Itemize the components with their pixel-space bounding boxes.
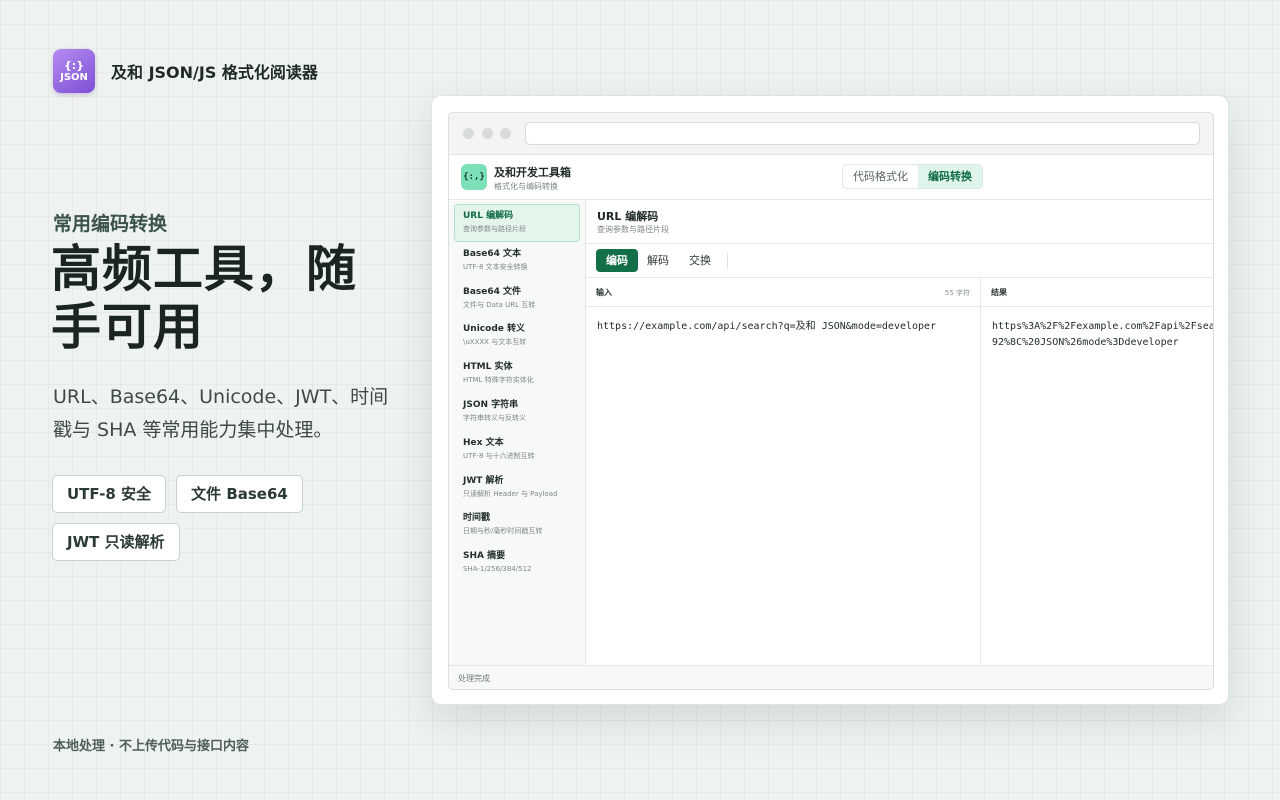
- encode-button[interactable]: 编码: [596, 249, 638, 272]
- sidebar-item-label: Unicode 转义: [463, 324, 525, 335]
- input-label: 输入: [596, 288, 612, 297]
- sidebar-item-label: JSON 字符串: [463, 399, 519, 410]
- sidebar-item-html-entity[interactable]: HTML 实体 HTML 特殊字符实体化: [454, 355, 580, 393]
- sidebar-item-label: Base64 文本: [463, 248, 522, 259]
- tool-sidebar: URL 编解码 查询参数与路径片段 Base64 文本 UTF-8 文本安全转换…: [449, 201, 586, 667]
- browser-chrome: [449, 113, 1213, 155]
- toolbox-logo-icon: {:,}: [461, 164, 487, 190]
- sidebar-item-timestamp[interactable]: 时间戳 日期与秒/毫秒时间戳互转: [454, 506, 580, 544]
- mode-switch: 代码格式化 编码转换: [842, 164, 983, 189]
- brand-name: 及和 JSON/JS 格式化阅读器: [111, 63, 318, 82]
- browser-window: {:,} 及和开发工具箱 格式化与编码转换 代码格式化 编码转换 URL 编解码…: [448, 112, 1214, 690]
- sidebar-item-jwt[interactable]: JWT 解析 只读解析 Header 与 Payload: [454, 469, 580, 507]
- logo-json-text: JSON: [60, 71, 88, 83]
- sidebar-item-desc: UTF-8 文本安全转换: [463, 262, 528, 271]
- sidebar-item-desc: UTF-8 与十六进制互转: [463, 451, 535, 460]
- logo-brace-text: {:}: [63, 58, 85, 72]
- feature-tag: 文件 Base64: [176, 475, 303, 513]
- app-logo-icon: {:} JSON: [53, 49, 95, 93]
- window-dot-icon: [500, 128, 511, 139]
- sidebar-item-unicode[interactable]: Unicode 转义 \uXXXX 与文本互转: [454, 317, 580, 355]
- output-label: 结果: [991, 288, 1007, 297]
- window-dot-icon: [463, 128, 474, 139]
- window-dot-icon: [482, 128, 493, 139]
- output-editor[interactable]: https%3A%2F%2Fexample.com%2Fapi%2Fsearch…: [992, 319, 1213, 351]
- sidebar-item-base64-text[interactable]: Base64 文本 UTF-8 文本安全转换: [454, 242, 580, 280]
- sidebar-item-hex[interactable]: Hex 文本 UTF-8 与十六进制互转: [454, 431, 580, 469]
- sidebar-item-desc: 文件与 Data URL 互转: [463, 300, 536, 309]
- editor-panes: 输入 55 字符 https://example.com/api/search?…: [586, 278, 1213, 667]
- swap-button[interactable]: 交换: [679, 249, 721, 272]
- app-header: {:,} 及和开发工具箱 格式化与编码转换 代码格式化 编码转换: [449, 155, 1213, 200]
- tab-encoding[interactable]: 编码转换: [918, 165, 982, 188]
- tool-panel: URL 编解码 查询参数与路径片段 编码 解码 交换 输入 55 字符 http…: [586, 201, 1213, 667]
- char-count: 55 字符: [944, 289, 970, 297]
- app-screenshot-frame: {:,} 及和开发工具箱 格式化与编码转换 代码格式化 编码转换 URL 编解码…: [431, 95, 1229, 705]
- sidebar-item-label: JWT 解析: [463, 475, 504, 486]
- sidebar-item-label: SHA 摘要: [463, 551, 506, 562]
- action-bar: 编码 解码 交换: [586, 243, 1213, 278]
- sidebar-item-desc: \uXXXX 与文本互转: [463, 338, 527, 347]
- sidebar-item-desc: 只读解析 Header 与 Payload: [463, 489, 558, 498]
- output-pane-header: 结果: [981, 278, 1213, 307]
- sidebar-item-json-string[interactable]: JSON 字符串 字符串转义与反转义: [454, 393, 580, 431]
- sidebar-item-url[interactable]: URL 编解码 查询参数与路径片段: [454, 204, 580, 242]
- input-pane-header: 输入 55 字符: [586, 278, 980, 307]
- sidebar-item-label: Hex 文本: [463, 437, 504, 448]
- app-title: 及和开发工具箱: [494, 166, 571, 179]
- sidebar-item-label: HTML 实体: [463, 362, 513, 373]
- sidebar-item-desc: SHA-1/256/384/512: [463, 565, 532, 574]
- tool-title: URL 编解码: [597, 210, 659, 223]
- sidebar-item-label: Base64 文件: [463, 286, 522, 297]
- privacy-note: 本地处理 · 不上传代码与接口内容: [53, 739, 249, 754]
- decode-button[interactable]: 解码: [637, 249, 679, 272]
- sidebar-item-label: URL 编解码: [463, 211, 514, 221]
- feature-tag: UTF-8 安全: [52, 475, 167, 513]
- brand: {:} JSON 及和 JSON/JS 格式化阅读器: [53, 49, 318, 93]
- sidebar-item-sha[interactable]: SHA 摘要 SHA-1/256/384/512: [454, 544, 580, 582]
- feature-tags: UTF-8 安全 文件 Base64 JWT 只读解析: [52, 475, 372, 561]
- hero-title: 高频工具，随手可用: [51, 240, 357, 356]
- status-text: 处理完成: [458, 674, 490, 683]
- tool-subtitle: 查询参数与路径片段: [597, 225, 669, 234]
- app-body: URL 编解码 查询参数与路径片段 Base64 文本 UTF-8 文本安全转换…: [449, 201, 1213, 667]
- input-editor[interactable]: https://example.com/api/search?q=及和 JSON…: [597, 319, 936, 335]
- app-subtitle: 格式化与编码转换: [494, 182, 558, 191]
- sidebar-item-desc: 日期与秒/毫秒时间戳互转: [463, 527, 543, 536]
- status-bar: 处理完成: [449, 665, 1213, 689]
- feature-tag: JWT 只读解析: [52, 523, 180, 561]
- address-bar[interactable]: [525, 122, 1200, 145]
- sidebar-item-desc: 字符串转义与反转义: [463, 413, 526, 422]
- action-divider: [727, 253, 728, 269]
- tab-code-format[interactable]: 代码格式化: [843, 165, 918, 188]
- sidebar-item-label: 时间戳: [463, 513, 491, 524]
- sidebar-item-base64-file[interactable]: Base64 文件 文件与 Data URL 互转: [454, 280, 580, 318]
- sidebar-item-desc: HTML 特殊字符实体化: [463, 376, 534, 385]
- hero-subtitle: 常用编码转换: [53, 213, 168, 235]
- sidebar-item-desc: 查询参数与路径片段: [463, 225, 526, 233]
- output-pane: 结果 https%3A%2F%2Fexample.com%2Fapi%2Fsea…: [981, 278, 1213, 667]
- hero-description: URL、Base64、Unicode、JWT、时间戳与 SHA 等常用能力集中处…: [53, 386, 389, 441]
- input-pane: 输入 55 字符 https://example.com/api/search?…: [586, 278, 981, 667]
